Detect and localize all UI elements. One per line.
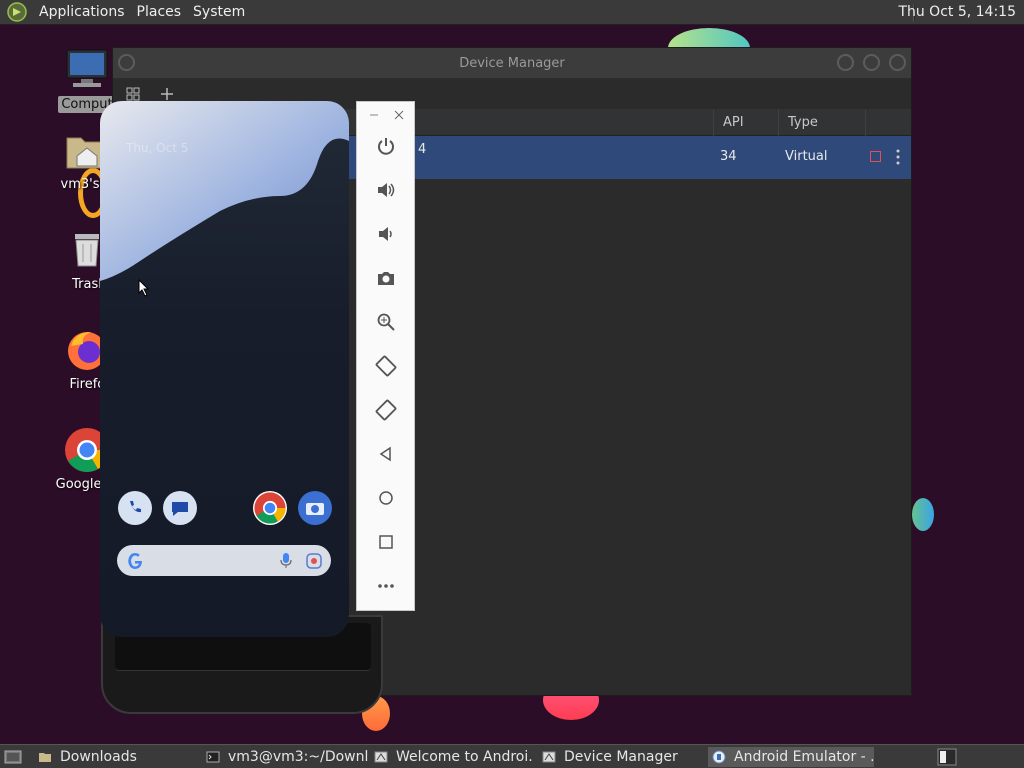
camera-icon — [378, 272, 394, 285]
camera-app-icon[interactable] — [298, 491, 332, 525]
overview-icon — [379, 535, 393, 549]
clock[interactable]: Thu Oct 5, 14:15 — [898, 4, 1016, 20]
add-device-icon[interactable] — [160, 87, 174, 101]
task-downloads[interactable]: Downloads — [38, 747, 198, 767]
rotate-left-button[interactable] — [371, 351, 401, 381]
rotate-right-icon — [375, 399, 397, 421]
task-label: Welcome to Androi... — [396, 749, 534, 765]
power-button[interactable] — [371, 131, 401, 161]
device-api: 34 — [720, 149, 737, 164]
emulator-icon — [712, 750, 726, 764]
column-divider — [865, 109, 866, 136]
window-titlebar[interactable]: Device Manager — [113, 48, 911, 79]
column-divider — [713, 109, 714, 136]
wallpaper-blob — [912, 498, 934, 531]
window-title: Device Manager — [459, 55, 565, 71]
task-device-manager[interactable]: Device Manager — [542, 747, 702, 767]
menu-system[interactable]: System — [187, 4, 251, 20]
device-type: Virtual — [785, 149, 828, 164]
device-name: 4 — [418, 142, 427, 157]
window-icon — [542, 751, 556, 763]
close-icon[interactable] — [394, 110, 404, 120]
camera-icon — [306, 503, 324, 515]
power-icon — [378, 138, 394, 155]
column-header-api[interactable]: API — [723, 115, 744, 130]
task-android-emulator[interactable]: Android Emulator - ... — [708, 747, 874, 767]
screenshot-button[interactable] — [371, 263, 401, 293]
window-icon — [374, 751, 388, 763]
folder-icon — [39, 753, 51, 762]
mouse-cursor-icon — [138, 279, 150, 297]
column-divider — [778, 109, 779, 136]
maximize-button[interactable] — [863, 54, 880, 71]
back-icon — [379, 446, 391, 462]
show-desktop-icon[interactable] — [4, 749, 22, 765]
mate-logo-icon[interactable] — [7, 2, 27, 22]
google-g-icon — [128, 553, 142, 569]
chrome-icon — [254, 492, 286, 524]
home-date: Thu, Oct 5 — [126, 141, 189, 155]
stop-icon[interactable] — [870, 151, 881, 162]
menu-applications[interactable]: Applications — [33, 4, 131, 20]
more-options-icon[interactable] — [895, 149, 901, 165]
task-label: Device Manager — [564, 749, 678, 765]
microphone-icon[interactable] — [280, 553, 292, 569]
google-search-bar[interactable] — [117, 545, 331, 576]
column-header-type[interactable]: Type — [788, 115, 818, 130]
workspace-switcher-icon[interactable] — [937, 748, 957, 766]
emulator-toolbar — [356, 101, 415, 611]
grid-icon[interactable] — [126, 87, 140, 101]
volume-down-icon — [379, 227, 392, 241]
more-icon — [378, 584, 394, 588]
overview-button[interactable] — [371, 527, 401, 557]
task-label: vm3@vm3:~/Downl... — [228, 749, 368, 765]
phone-app-icon[interactable] — [118, 491, 152, 525]
volume-up-button[interactable] — [371, 175, 401, 205]
back-button[interactable] — [371, 439, 401, 469]
task-welcome-android[interactable]: Welcome to Androi... — [374, 747, 534, 767]
volume-up-icon — [378, 183, 395, 197]
taskbar: Downloads vm3@vm3:~/Downl... Welcome to … — [0, 744, 1024, 768]
task-label: Android Emulator - ... — [734, 749, 874, 765]
zoom-icon — [377, 313, 395, 331]
chrome-app-icon[interactable] — [253, 491, 287, 525]
emulator-screen[interactable]: Thu, Oct 5 — [100, 101, 349, 637]
volume-down-button[interactable] — [371, 219, 401, 249]
menu-places[interactable]: Places — [131, 4, 188, 20]
messages-icon — [172, 502, 188, 516]
rotate-right-button[interactable] — [371, 395, 401, 425]
more-button[interactable] — [371, 571, 401, 601]
task-label: Downloads — [60, 749, 137, 765]
home-button[interactable] — [371, 483, 401, 513]
wallpaper-wave — [100, 101, 349, 281]
minimize-icon[interactable] — [369, 110, 379, 120]
task-terminal[interactable]: vm3@vm3:~/Downl... — [206, 747, 368, 767]
phone-icon — [130, 501, 141, 513]
computer-icon — [66, 49, 108, 87]
top-panel: Applications Places System Thu Oct 5, 14… — [0, 0, 1024, 25]
window-menu-button[interactable] — [118, 54, 135, 71]
zoom-button[interactable] — [371, 307, 401, 337]
rotate-left-icon — [375, 355, 397, 377]
lens-icon[interactable] — [306, 553, 322, 569]
messages-app-icon[interactable] — [163, 491, 197, 525]
home-icon — [379, 491, 393, 505]
terminal-icon — [206, 751, 220, 763]
minimize-button[interactable] — [837, 54, 854, 71]
close-button[interactable] — [889, 54, 906, 71]
